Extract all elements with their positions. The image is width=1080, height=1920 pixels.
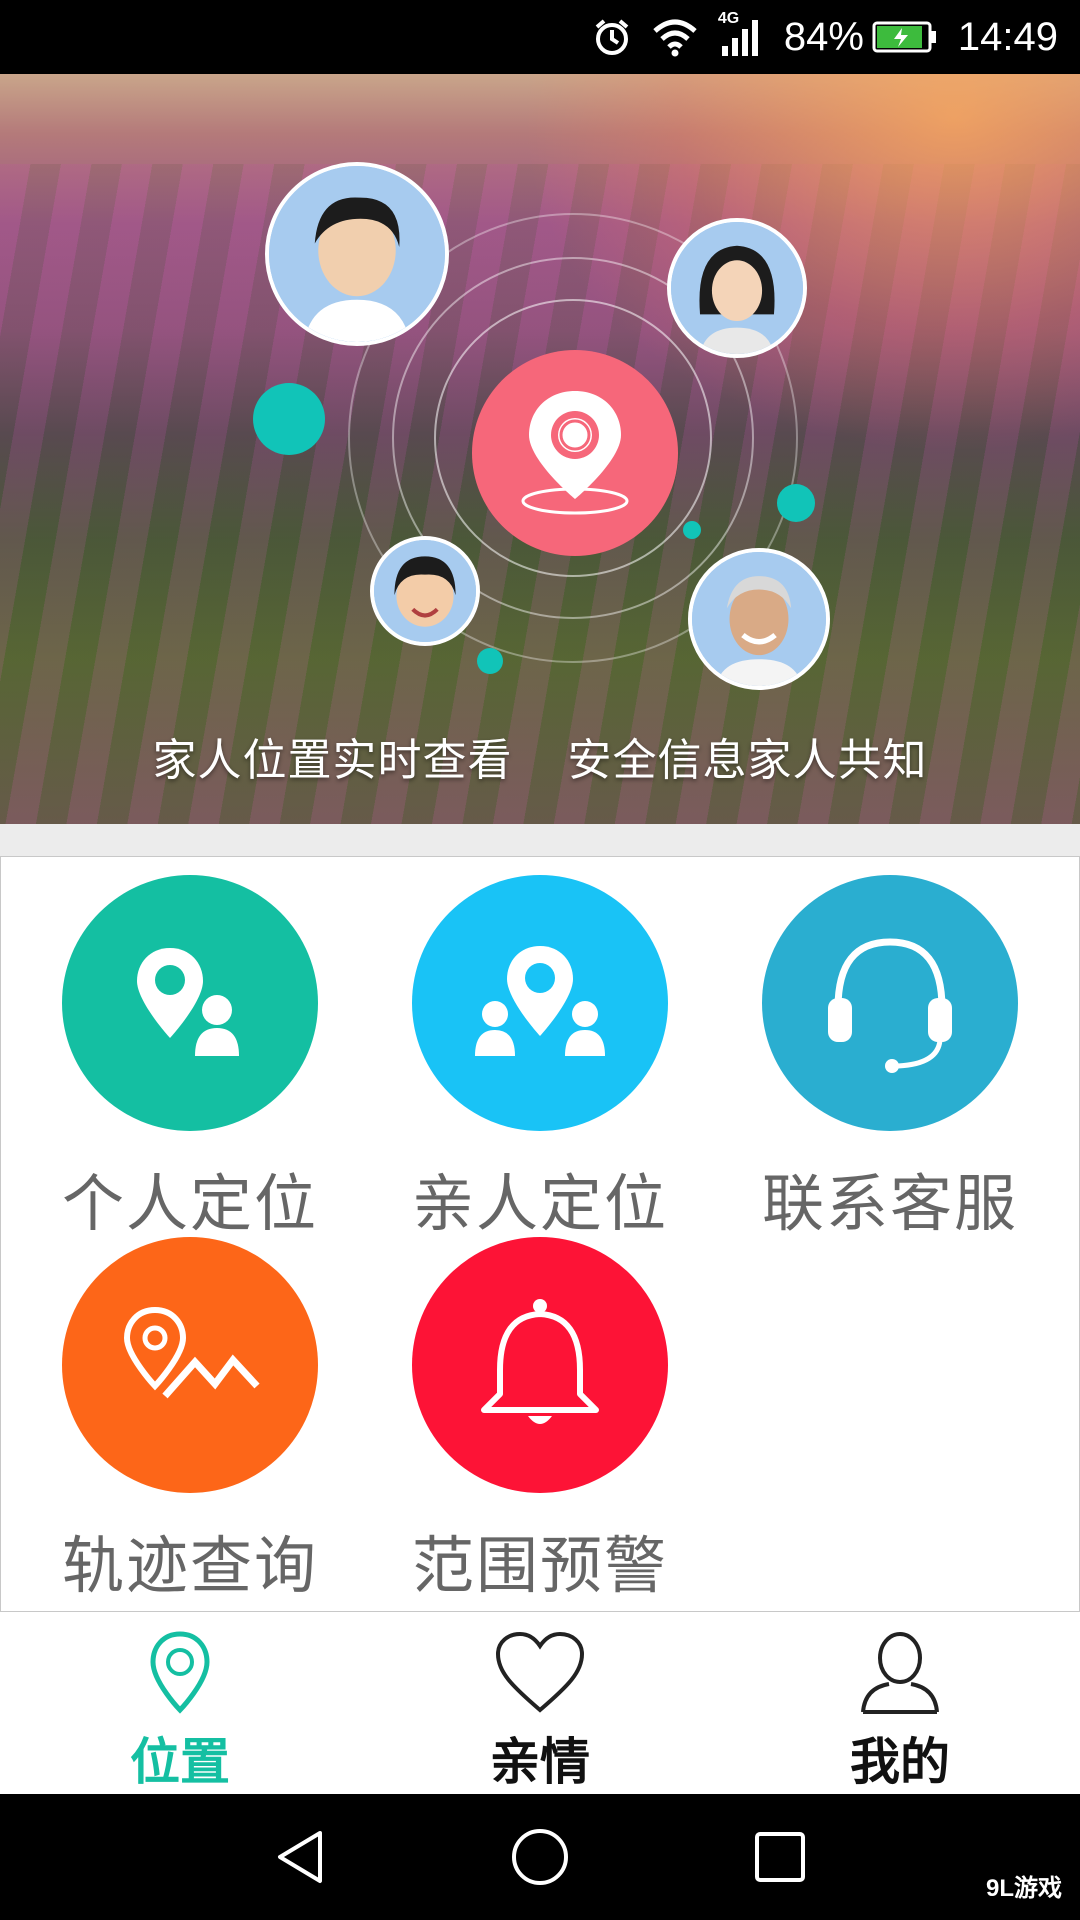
hero-banner: 家人位置实时查看 安全信息家人共知 (0, 74, 1080, 824)
home-button[interactable] (480, 1817, 600, 1897)
cellular-signal-icon: 4G (718, 10, 764, 58)
nav-item-mine[interactable]: 我的 (720, 1612, 1080, 1794)
feature-range-alert[interactable]: 范围预警 (365, 1237, 715, 1602)
feature-personal-location[interactable]: 个人定位 (15, 875, 365, 1240)
back-button[interactable] (240, 1817, 360, 1897)
wifi-icon (652, 17, 698, 57)
banner-caption: 家人位置实时查看 安全信息家人共知 (0, 724, 1080, 788)
nav-label: 位置 (130, 1733, 230, 1791)
headset-icon (762, 875, 1018, 1131)
feature-track-query[interactable]: 轨迹查询 (15, 1237, 365, 1602)
feature-label: 轨迹查询 (61, 1529, 318, 1602)
person-location-icon (62, 875, 318, 1131)
section-divider (0, 824, 1080, 856)
recents-button[interactable] (720, 1817, 840, 1897)
battery-charging-icon (872, 20, 938, 54)
heart-icon (495, 1631, 585, 1713)
bottom-navigation: 位置 亲情 我的 (0, 1612, 1080, 1794)
clock: 14:49 (957, 14, 1058, 59)
watermark: 9L游戏 (985, 1875, 1062, 1902)
user-icon (861, 1632, 939, 1714)
feature-family-location[interactable]: 亲人定位 (365, 875, 715, 1240)
avatar-father (265, 162, 449, 346)
track-icon (62, 1237, 318, 1493)
feature-label: 个人定位 (61, 1167, 318, 1240)
feature-label: 范围预警 (411, 1529, 668, 1602)
banner-caption-left: 家人位置实时查看 (152, 735, 513, 786)
orbit-dot (253, 383, 325, 455)
feature-grid: 个人定位 亲人定位 联系客服 轨迹查询 范围预警 (0, 856, 1080, 1612)
nav-label: 亲情 (490, 1733, 590, 1791)
feature-customer-service[interactable]: 联系客服 (715, 875, 1065, 1240)
avatar-child (370, 536, 480, 646)
nav-label: 我的 (850, 1733, 950, 1791)
family-location-icon (412, 875, 668, 1131)
recents-square-icon (755, 1832, 805, 1882)
orbit-dot (477, 648, 503, 674)
system-navigation-bar (0, 1794, 1080, 1920)
nav-item-location[interactable]: 位置 (0, 1612, 360, 1794)
battery-percent: 84% (783, 14, 864, 59)
status-bar: 4G 84% 14:49 (0, 0, 1080, 74)
orbit-dot (777, 484, 815, 522)
center-location-icon (472, 350, 678, 556)
back-triangle-icon (278, 1831, 322, 1883)
home-circle-icon (512, 1829, 568, 1885)
avatar-mother (667, 218, 807, 358)
feature-label: 亲人定位 (411, 1167, 668, 1240)
network-type: 4G (717, 10, 740, 27)
bell-icon (412, 1237, 668, 1493)
orbit-dot (683, 521, 701, 539)
banner-caption-right: 安全信息家人共知 (567, 735, 928, 786)
avatar-grandfather (688, 548, 830, 690)
feature-label: 联系客服 (761, 1167, 1018, 1240)
location-pin-icon (150, 1631, 210, 1714)
nav-item-family[interactable]: 亲情 (360, 1612, 720, 1794)
alarm-icon (592, 17, 632, 57)
